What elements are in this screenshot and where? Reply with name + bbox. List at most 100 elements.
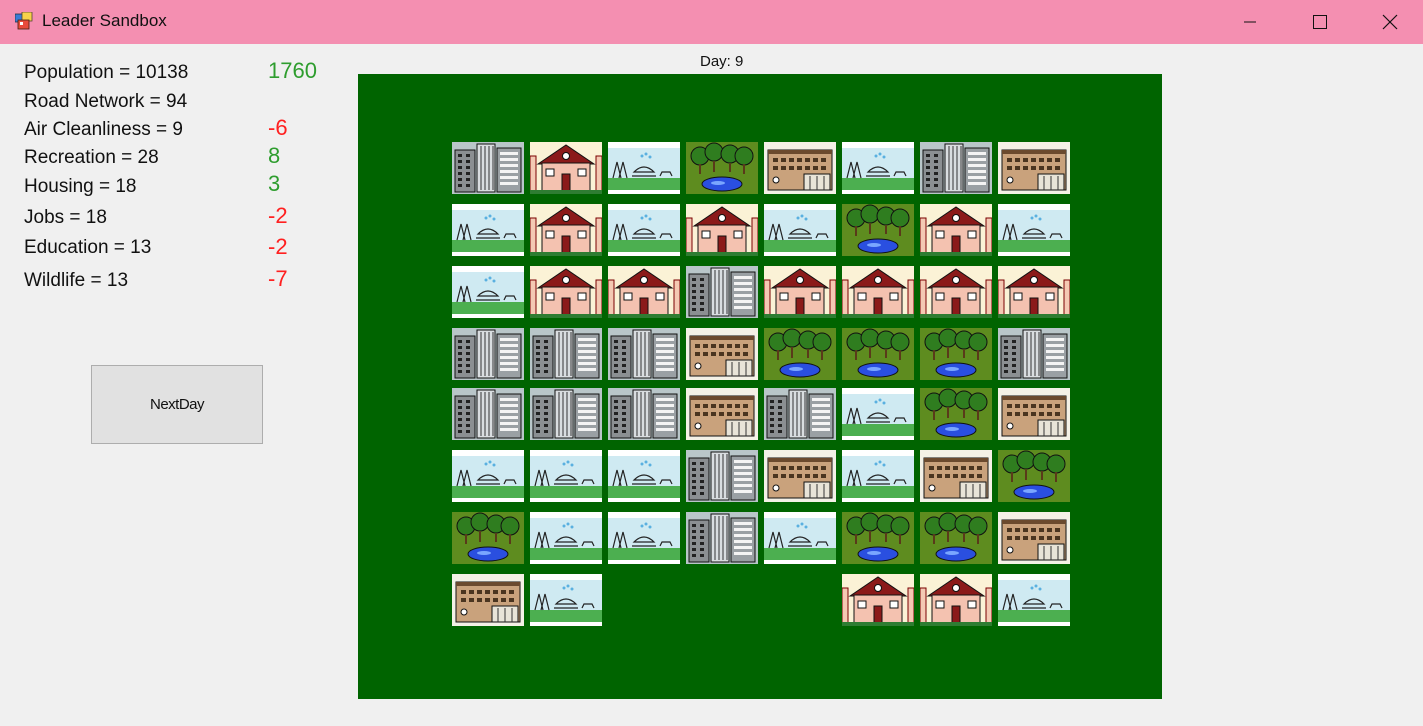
stat-recreation: Recreation = 28 <box>24 147 159 168</box>
tile-office[interactable] <box>764 388 836 440</box>
tile-forest[interactable] <box>920 512 992 564</box>
tile-playground[interactable] <box>452 204 524 256</box>
tile-office[interactable] <box>452 328 524 380</box>
tile-house[interactable] <box>530 204 602 256</box>
playground-icon <box>530 512 602 564</box>
tile-office[interactable] <box>686 450 758 502</box>
stat-population: Population = 10138 <box>24 62 189 83</box>
maximize-button[interactable] <box>1285 0 1355 44</box>
forest-icon <box>920 328 992 380</box>
office-icon <box>452 142 524 194</box>
stat-education-change: -2 <box>268 234 288 259</box>
tile-office[interactable] <box>920 142 992 194</box>
office-icon <box>608 328 680 380</box>
playground-icon <box>998 574 1070 626</box>
stat-population-change: 1760 <box>268 58 317 83</box>
tile-office[interactable] <box>608 388 680 440</box>
forest-icon <box>842 512 914 564</box>
tile-school[interactable] <box>998 142 1070 194</box>
tile-forest[interactable] <box>686 142 758 194</box>
tile-office[interactable] <box>530 328 602 380</box>
city-board <box>358 74 1162 699</box>
tile-house[interactable] <box>998 266 1070 318</box>
tile-house[interactable] <box>530 266 602 318</box>
playground-icon <box>842 142 914 194</box>
tile-school[interactable] <box>764 142 836 194</box>
tile-office[interactable] <box>452 388 524 440</box>
tile-playground[interactable] <box>608 450 680 502</box>
next-day-button[interactable]: NextDay <box>91 365 263 444</box>
tile-playground[interactable] <box>842 142 914 194</box>
tile-office[interactable] <box>608 328 680 380</box>
stat-recreation-change: 8 <box>268 143 281 168</box>
stat-wildlife: Wildlife = 13 <box>24 270 129 291</box>
tile-playground[interactable] <box>452 266 524 318</box>
tile-playground[interactable] <box>998 204 1070 256</box>
tile-playground[interactable] <box>764 512 836 564</box>
tile-office[interactable] <box>998 328 1070 380</box>
tile-house[interactable] <box>530 142 602 194</box>
school-icon <box>920 450 992 502</box>
tile-house[interactable] <box>764 266 836 318</box>
tile-playground[interactable] <box>530 574 602 626</box>
tile-playground[interactable] <box>764 204 836 256</box>
school-icon <box>764 450 836 502</box>
house-icon <box>530 204 602 256</box>
tile-playground[interactable] <box>842 450 914 502</box>
forest-icon <box>686 142 758 194</box>
playground-icon <box>764 204 836 256</box>
tile-playground[interactable] <box>530 450 602 502</box>
app-window-icon <box>15 12 33 30</box>
tile-school[interactable] <box>998 388 1070 440</box>
tile-office[interactable] <box>452 142 524 194</box>
house-icon <box>998 266 1070 318</box>
tile-house[interactable] <box>686 204 758 256</box>
tile-house[interactable] <box>842 574 914 626</box>
tile-playground[interactable] <box>842 388 914 440</box>
tile-school[interactable] <box>998 512 1070 564</box>
stat-road-network: Road Network = 94 <box>24 91 188 112</box>
tile-school[interactable] <box>686 328 758 380</box>
tile-house[interactable] <box>842 266 914 318</box>
tile-office[interactable] <box>686 266 758 318</box>
tile-forest[interactable] <box>764 328 836 380</box>
office-icon <box>530 328 602 380</box>
playground-icon <box>608 204 680 256</box>
tile-forest[interactable] <box>452 512 524 564</box>
tile-school[interactable] <box>452 574 524 626</box>
tile-forest[interactable] <box>998 450 1070 502</box>
tile-school[interactable] <box>764 450 836 502</box>
tile-office[interactable] <box>686 512 758 564</box>
tile-playground[interactable] <box>608 142 680 194</box>
maximize-icon <box>1313 15 1327 29</box>
title-bar: Leader Sandbox <box>0 0 1423 44</box>
tile-school[interactable] <box>686 388 758 440</box>
tile-house[interactable] <box>920 266 992 318</box>
tile-school[interactable] <box>920 450 992 502</box>
tile-house[interactable] <box>920 204 992 256</box>
tile-forest[interactable] <box>920 328 992 380</box>
tile-playground[interactable] <box>452 450 524 502</box>
playground-icon <box>452 204 524 256</box>
stat-jobs-change: -2 <box>268 203 288 228</box>
tile-office[interactable] <box>530 388 602 440</box>
minimize-button[interactable] <box>1215 0 1285 44</box>
tile-playground[interactable] <box>530 512 602 564</box>
office-icon <box>452 388 524 440</box>
close-button[interactable] <box>1355 0 1423 44</box>
tile-forest[interactable] <box>842 512 914 564</box>
house-icon <box>842 574 914 626</box>
tile-playground[interactable] <box>608 204 680 256</box>
tile-playground[interactable] <box>608 512 680 564</box>
tile-forest[interactable] <box>842 204 914 256</box>
tile-playground[interactable] <box>998 574 1070 626</box>
tile-house[interactable] <box>608 266 680 318</box>
forest-icon <box>998 450 1070 502</box>
playground-icon <box>608 512 680 564</box>
tile-forest[interactable] <box>920 388 992 440</box>
playground-icon <box>452 450 524 502</box>
tile-house[interactable] <box>920 574 992 626</box>
tile-forest[interactable] <box>842 328 914 380</box>
office-icon <box>686 450 758 502</box>
school-icon <box>686 328 758 380</box>
